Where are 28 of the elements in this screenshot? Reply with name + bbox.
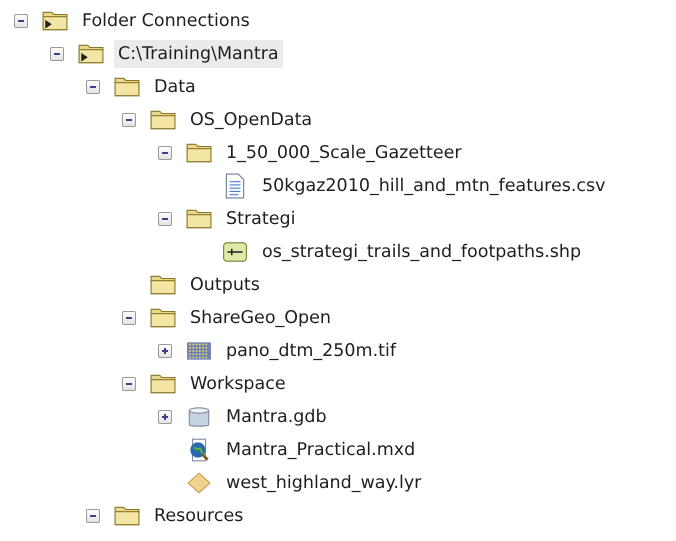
collapse-icon[interactable]: [14, 14, 28, 28]
tree-item[interactable]: Workspace: [186, 370, 290, 398]
expand-icon[interactable]: [158, 344, 172, 358]
tree-item[interactable]: ShareGeo_Open: [186, 304, 336, 332]
tree-item[interactable]: 1_50_000_Scale_Gazetteer: [222, 138, 466, 166]
collapse-icon[interactable]: [158, 212, 172, 226]
tree-item[interactable]: Folder Connections: [78, 6, 254, 34]
tree-item[interactable]: C:\Training\Mantra: [114, 40, 283, 68]
collapse-icon[interactable]: [122, 376, 136, 390]
tree-item[interactable]: pano_dtm_250m.tif: [222, 336, 400, 364]
tree-item[interactable]: Data: [150, 72, 200, 100]
tree-item[interactable]: Mantra_Practical.mxd: [222, 436, 420, 464]
tree-item[interactable]: 50kgaz2010_hill_and_mtn_features.csv: [258, 172, 610, 200]
diamond-icon: [186, 470, 212, 496]
tree-item[interactable]: Outputs: [186, 270, 264, 298]
tree-item[interactable]: os_strategi_trails_and_footpaths.shp: [258, 238, 586, 266]
collapse-icon[interactable]: [86, 508, 100, 522]
expand-icon[interactable]: [158, 410, 172, 424]
tree-item[interactable]: OS_OpenData: [186, 106, 316, 134]
collapse-icon[interactable]: [122, 112, 136, 126]
collapse-icon[interactable]: [50, 46, 64, 60]
collapse-icon[interactable]: [122, 310, 136, 324]
tree-item[interactable]: west_highland_way.lyr: [222, 468, 426, 496]
tree-item[interactable]: Mantra.gdb: [222, 402, 331, 430]
tree-item[interactable]: Strategi: [222, 204, 300, 232]
tree-item[interactable]: Resources: [150, 502, 248, 530]
collapse-icon[interactable]: [86, 80, 100, 94]
collapse-icon[interactable]: [158, 146, 172, 160]
